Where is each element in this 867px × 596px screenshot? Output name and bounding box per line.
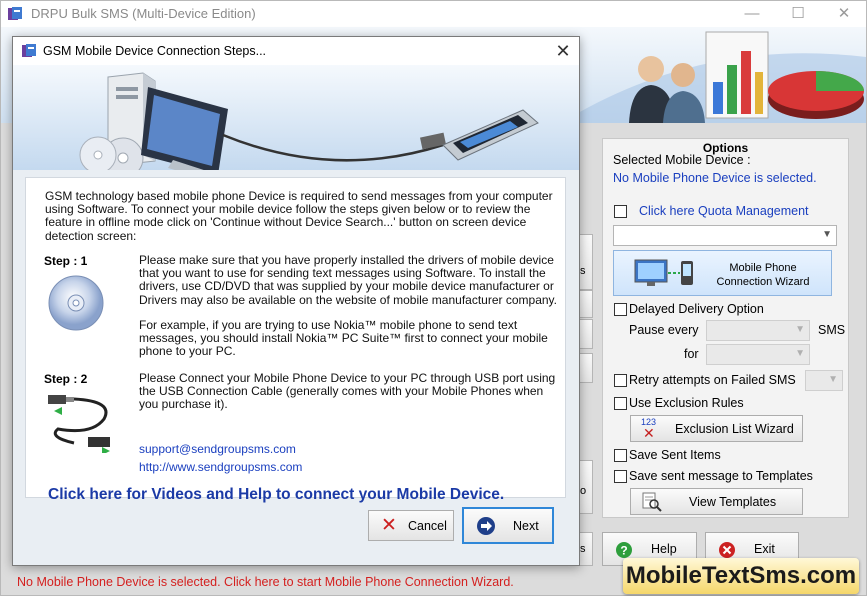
pause-every-label: Pause every bbox=[629, 323, 699, 337]
mobile-phone-icon bbox=[442, 109, 539, 161]
close-window-button[interactable]: ✕ bbox=[821, 1, 867, 27]
exclusion-label: Use Exclusion Rules bbox=[629, 396, 744, 410]
website-link[interactable]: http://www.sendgroupsms.com bbox=[139, 460, 302, 474]
connection-steps-dialog: GSM Mobile Device Connection Steps... ✕ bbox=[12, 36, 580, 566]
delayed-delivery-label: Delayed Delivery Option bbox=[629, 302, 764, 316]
dialog-title: GSM Mobile Device Connection Steps... bbox=[43, 44, 267, 58]
minimize-button[interactable]: — bbox=[729, 1, 775, 27]
exclusion-wizard-label: Exclusion List Wizard bbox=[675, 422, 794, 436]
dialog-content-panel: GSM technology based mobile phone Device… bbox=[25, 177, 566, 498]
save-sent-checkbox[interactable] bbox=[614, 449, 627, 462]
step1-text: Please make sure that you have properly … bbox=[139, 253, 557, 307]
cancel-x-icon: ✕ bbox=[381, 515, 397, 536]
quota-checkbox[interactable] bbox=[614, 205, 627, 218]
dialog-banner bbox=[13, 65, 579, 170]
pie-chart-icon bbox=[768, 71, 864, 119]
chevron-down-icon: ▼ bbox=[828, 374, 838, 385]
maximize-button[interactable]: ☐ bbox=[775, 1, 821, 27]
cancel-button[interactable]: ✕ Cancel bbox=[368, 510, 454, 541]
quota-management-link[interactable]: Click here Quota Management bbox=[639, 204, 809, 218]
help-icon: ? bbox=[616, 542, 632, 558]
monitor-phone-icon bbox=[634, 259, 693, 286]
cd-dvd-icon bbox=[48, 275, 104, 331]
dialog-title-bar: GSM Mobile Device Connection Steps... ✕ bbox=[13, 37, 579, 65]
device-combo[interactable]: ▼ bbox=[613, 225, 837, 246]
next-label: Next bbox=[513, 519, 539, 533]
app-icon bbox=[8, 7, 22, 20]
app-title: DRPU Bulk SMS (Multi-Device Edition) bbox=[31, 6, 256, 21]
retry-checkbox[interactable] bbox=[614, 374, 627, 387]
retry-count-combo[interactable]: ▼ bbox=[805, 370, 843, 391]
title-bar: DRPU Bulk SMS (Multi-Device Edition) — ☐… bbox=[1, 1, 866, 27]
chevron-down-icon: ▼ bbox=[795, 348, 805, 359]
step2-label: Step : 2 bbox=[44, 372, 88, 386]
red-x-icon: ✕ bbox=[643, 425, 655, 441]
chevron-down-icon: ▼ bbox=[795, 324, 805, 335]
pc-phone-illustration bbox=[79, 72, 539, 170]
save-sent-label: Save Sent Items bbox=[629, 448, 721, 462]
arrow-right-icon bbox=[477, 517, 495, 535]
dialog-app-icon bbox=[22, 44, 36, 57]
view-templates-button[interactable]: View Templates bbox=[630, 488, 803, 515]
cancel-label: Cancel bbox=[408, 519, 447, 533]
save-templates-label: Save sent message to Templates bbox=[629, 469, 813, 483]
svg-text:?: ? bbox=[620, 544, 627, 558]
exit-icon bbox=[719, 542, 735, 558]
exclusion-checkbox[interactable] bbox=[614, 397, 627, 410]
retry-label: Retry attempts on Failed SMS bbox=[629, 373, 796, 387]
usb-cable-icon bbox=[48, 395, 110, 453]
selected-device-value: No Mobile Phone Device is selected. bbox=[613, 171, 817, 185]
support-email-link[interactable]: support@sendgroupsms.com bbox=[139, 442, 296, 456]
exclusion-wizard-button[interactable]: 123 ✕ Exclusion List Wizard bbox=[630, 415, 803, 442]
sms-label: SMS bbox=[818, 323, 846, 337]
bar-chart-icon bbox=[705, 31, 769, 119]
chevron-down-icon: ▼ bbox=[822, 229, 832, 240]
monitor-icon bbox=[141, 87, 228, 170]
pause-duration-combo[interactable]: ▼ bbox=[706, 344, 810, 365]
for-label: for bbox=[684, 347, 699, 361]
options-panel: Options Selected Mobile Device : No Mobi… bbox=[602, 138, 849, 518]
step1-example: For example, if you are trying to use No… bbox=[139, 318, 548, 359]
intro-text: GSM technology based mobile phone Device… bbox=[45, 189, 553, 243]
step1-label: Step : 1 bbox=[44, 254, 88, 268]
dialog-close-button[interactable]: ✕ bbox=[551, 40, 575, 62]
connection-wizard-button[interactable]: Mobile Phone Connection Wizard bbox=[613, 250, 832, 296]
videos-help-link[interactable]: Click here for Videos and Help to connec… bbox=[48, 486, 504, 504]
help-label: Help bbox=[651, 542, 677, 556]
wizard-label: Mobile Phone Connection Wizard bbox=[716, 262, 810, 288]
next-button[interactable]: Next bbox=[462, 507, 554, 544]
watermark: MobileTextSms.com bbox=[623, 558, 859, 594]
selected-device-label: Selected Mobile Device : bbox=[613, 153, 751, 167]
pause-count-combo[interactable]: ▼ bbox=[706, 320, 810, 341]
delayed-delivery-checkbox[interactable] bbox=[614, 303, 627, 316]
magnifier-document-icon bbox=[642, 492, 662, 512]
save-templates-checkbox[interactable] bbox=[614, 470, 627, 483]
status-link[interactable]: No Mobile Phone Device is selected. Clic… bbox=[17, 575, 514, 589]
cd-disc-icon bbox=[79, 136, 144, 170]
view-templates-label: View Templates bbox=[689, 495, 777, 509]
exit-label: Exit bbox=[754, 542, 775, 556]
step2-text: Please Connect your Mobile Phone Device … bbox=[139, 371, 556, 412]
